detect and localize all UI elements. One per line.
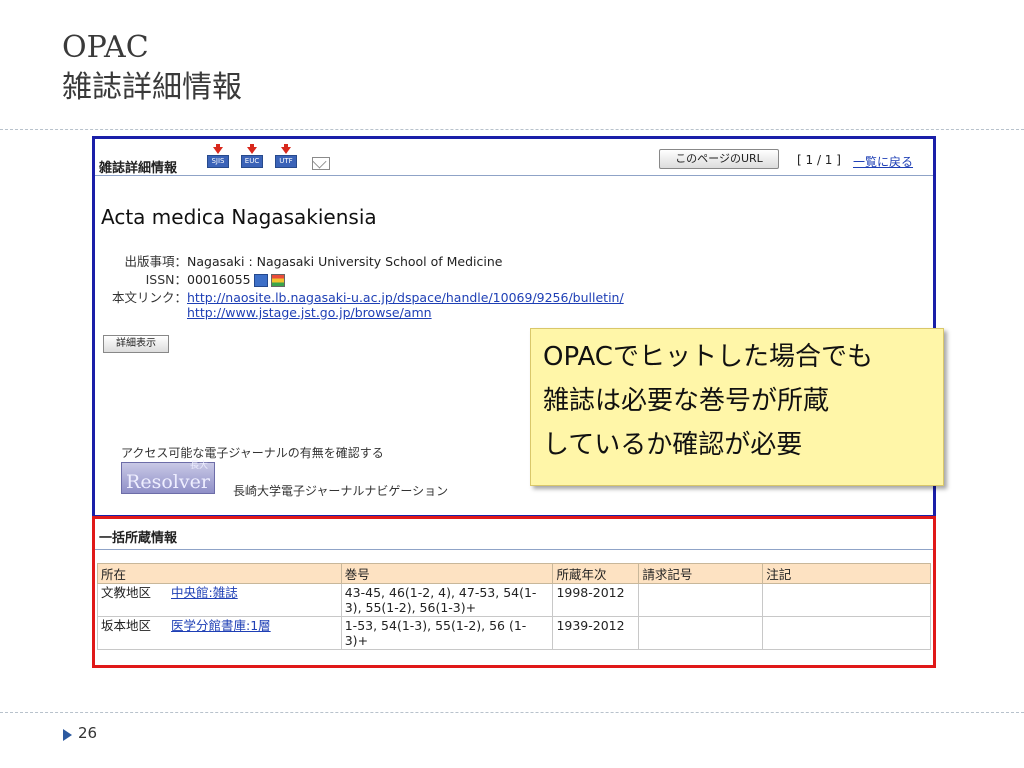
callout-line2: 雑誌は必要な巻号が所蔵 [543,386,830,416]
callout-line1: OPACでヒットした場合でも [543,342,873,372]
years-cell: 1998-2012 [552,583,640,617]
fulltext-link-label: 本文リンク： [111,290,187,305]
fulltext-link-naosite[interactable]: http://naosite.lb.nagasaki-u.ac.jp/dspac… [187,290,624,305]
volumes-cell: 1-53, 54(1-3), 55(1-2), 56 (1-3)+ [340,616,554,650]
location-cell: 坂本地区 医学分館書庫:1層 [97,616,342,650]
fulltext-link-row-2: http://www.jstage.jst.go.jp/browse/amn [187,305,432,320]
callout-line3: しているか確認が必要 [543,430,803,460]
publication-label: 出版事項： [124,254,187,269]
download-utf-icon[interactable]: UTF [275,144,297,171]
area-name: 文教地区 [101,585,152,600]
note-cell [762,616,931,650]
area-name: 坂本地区 [101,618,152,633]
panel-header: 雑誌詳細情報 SJIS EUC UTF このページのURL [ 1 / 1 ] … [95,139,933,176]
top-divider [0,129,1024,130]
location-link[interactable]: 医学分館書庫:1層 [171,618,271,633]
page-url-button[interactable]: このページのURL [659,149,779,169]
note-cell [762,583,931,617]
download-sjis-icon[interactable]: SJIS [207,144,229,171]
download-sjis-label: SJIS [207,155,229,168]
issn-label: ISSN： [145,272,187,287]
table-row: 坂本地区 医学分館書庫:1層 1-53, 54(1-3), 55(1-2), 56… [97,616,931,650]
location-link[interactable]: 中央館:雑誌 [171,585,238,600]
slide-title-line2: 雑誌詳細情報 [62,70,242,105]
callout-note: OPACでヒットした場合でも 雑誌は必要な巻号が所蔵 しているか確認が必要 [530,328,944,486]
issn-catalog-icon[interactable] [270,274,285,287]
fulltext-link-jstage[interactable]: http://www.jstage.jst.go.jp/browse/amn [187,305,432,320]
holdings-table: 所在 巻号 所蔵年次 請求記号 注記 文教地区 中央館:雑誌 43-45, 46(… [97,563,931,650]
detail-view-button[interactable]: 詳細表示 [103,335,169,353]
resolver-logo[interactable]: 長大 Resolver [121,461,215,494]
col-volumes: 巻号 [340,563,554,584]
issn-lookup-icon[interactable] [253,274,268,287]
col-location: 所在 [97,563,342,584]
resolver-logo-text: Resolver [126,471,210,493]
panel-header-title: 雑誌詳細情報 [99,161,178,176]
page-count: [ 1 / 1 ] [797,153,841,167]
call-number-cell [638,583,764,617]
back-to-list-link[interactable]: 一覧に戻る [853,153,913,170]
call-number-cell [638,616,764,650]
holdings-header-row: 所在 巻号 所蔵年次 請求記号 注記 [97,563,931,584]
holdings-title: 一括所蔵情報 [99,531,178,546]
slide-title: OPAC 雑誌詳細情報 [62,28,242,108]
holdings-header: 一括所蔵情報 [95,519,933,550]
years-cell: 1939-2012 [552,616,640,650]
page-number: 26 [78,724,98,742]
bottom-divider [0,712,1024,713]
mail-icon[interactable] [312,157,330,170]
issn-value: 00016055 [187,272,251,287]
download-euc-icon[interactable]: EUC [241,144,263,171]
download-utf-label: UTF [275,155,297,168]
play-icon [63,729,72,741]
ejournal-navigation-label: 長崎大学電子ジャーナルナビゲーション [233,484,449,498]
publication-row: 出版事項：Nagasaki : Nagasaki University Scho… [101,251,502,270]
download-euc-label: EUC [241,155,263,168]
resolver-tag: 長大 [189,461,208,471]
holdings-panel: 一括所蔵情報 所在 巻号 所蔵年次 請求記号 注記 文教地区 中央館:雑誌 43-… [92,516,936,668]
col-note: 注記 [762,563,931,584]
col-years: 所蔵年次 [552,563,640,584]
col-call-number: 請求記号 [638,563,764,584]
access-check-text: アクセス可能な電子ジャーナルの有無を確認する [121,446,384,460]
table-row: 文教地区 中央館:雑誌 43-45, 46(1-2, 4), 47-53, 54(… [97,583,931,617]
issn-row: ISSN：00016055 [101,269,285,288]
location-cell: 文教地区 中央館:雑誌 [97,583,342,617]
journal-title: Acta medica Nagasakiensia [101,205,377,229]
fulltext-link-row: 本文リンク：http://naosite.lb.nagasaki-u.ac.jp… [101,287,624,306]
slide-title-line1: OPAC [62,30,149,65]
volumes-cell: 43-45, 46(1-2, 4), 47-53, 54(1-3), 55(1-… [340,583,554,617]
publication-value: Nagasaki : Nagasaki University School of… [187,254,503,269]
